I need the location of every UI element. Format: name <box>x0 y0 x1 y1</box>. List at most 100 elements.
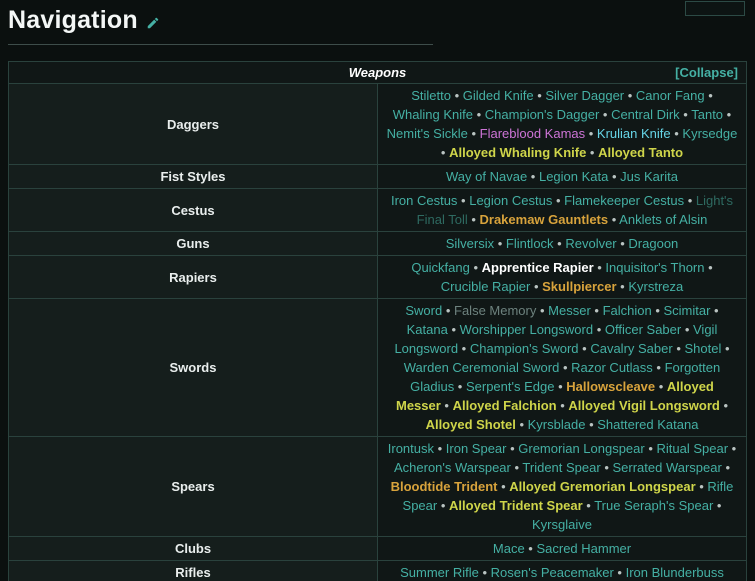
weapon-link[interactable]: Jus Karita <box>620 169 678 184</box>
weapon-link[interactable]: Alloyed Shotel <box>426 417 516 432</box>
weapon-link[interactable]: Revolver <box>565 236 616 251</box>
separator: • <box>457 193 470 208</box>
page-title: Navigation <box>8 6 138 34</box>
weapon-link[interactable]: Drakemaw Gauntlets <box>480 212 609 227</box>
row-label: Cestus <box>8 188 378 232</box>
weapon-link[interactable]: Champion's Dagger <box>485 107 600 122</box>
navbox-row: Spears Irontusk • Iron Spear • Gremorian … <box>8 436 747 537</box>
weapon-link[interactable]: Rosen's Peacemaker <box>491 565 614 580</box>
edit-pencil-icon[interactable] <box>146 16 160 30</box>
weapon-link[interactable]: Gremorian Longspear <box>518 441 644 456</box>
weapon-link[interactable]: Crucible Rapier <box>441 279 531 294</box>
weapon-link[interactable]: Silver Dagger <box>545 88 624 103</box>
separator: • <box>590 303 603 318</box>
weapon-link[interactable]: Iron Spear <box>446 441 507 456</box>
separator: • <box>578 341 591 356</box>
row-label: Clubs <box>8 536 378 561</box>
navbox-row: Clubs Mace • Sacred Hammer <box>8 536 747 561</box>
separator: • <box>613 565 626 580</box>
weapon-link[interactable]: Alloyed Gremorian Longspear <box>509 479 695 494</box>
separator: • <box>553 236 566 251</box>
weapon-link[interactable]: Bloodtide Trident <box>391 479 498 494</box>
separator: • <box>655 379 667 394</box>
row-label: Rifles <box>8 560 378 581</box>
weapon-link[interactable]: Alloyed Trident Spear <box>449 498 583 513</box>
weapon-link[interactable]: Shotel <box>684 341 721 356</box>
weapon-link[interactable]: Central Dirk <box>611 107 680 122</box>
weapon-link[interactable]: Officer Saber <box>605 322 681 337</box>
weapon-link[interactable]: Trident Spear <box>522 460 600 475</box>
weapon-link[interactable]: Worshipper Longsword <box>460 322 593 337</box>
weapon-link[interactable]: Mace <box>493 541 525 556</box>
weapon-link[interactable]: Messer <box>548 303 591 318</box>
weapon-link[interactable]: Canor Fang <box>636 88 705 103</box>
weapon-link[interactable]: Alloyed Vigil Longsword <box>568 398 719 413</box>
weapon-link[interactable]: Alloyed Falchion <box>453 398 557 413</box>
row-items: Silversix • Flintlock • Revolver • Drago… <box>377 231 747 256</box>
weapon-link[interactable]: Tanto <box>691 107 723 122</box>
separator: • <box>434 441 446 456</box>
weapon-link[interactable]: Skullpiercer <box>542 279 616 294</box>
collapse-button[interactable]: [Collapse] <box>675 65 738 80</box>
weapon-link[interactable]: Summer Rifle <box>400 565 479 580</box>
current-page-label: Apprentice Rapier <box>481 260 594 275</box>
weapon-link[interactable]: Katana <box>407 322 448 337</box>
weapon-link[interactable]: False Memory <box>454 303 536 318</box>
weapon-link[interactable]: Dragoon <box>628 236 678 251</box>
separator: • <box>469 260 482 275</box>
navbox-title-cell: Weapons [Collapse] <box>8 61 747 84</box>
weapon-link[interactable]: Anklets of Alsin <box>619 212 707 227</box>
weapon-link[interactable]: Champion's Sword <box>470 341 579 356</box>
weapon-link[interactable]: Kyrsblade <box>528 417 586 432</box>
weapon-link[interactable]: Sacred Hammer <box>536 541 631 556</box>
row-label: Guns <box>8 231 378 256</box>
weapon-link[interactable]: Serpent's Edge <box>466 379 555 394</box>
weapon-link[interactable]: Warden Ceremonial Sword <box>404 360 560 375</box>
separator: • <box>608 212 620 227</box>
weapon-link[interactable]: Legion Kata <box>539 169 608 184</box>
weapon-link[interactable]: Ritual Spear <box>657 441 729 456</box>
weapon-link[interactable]: Krulian Knife <box>597 126 671 141</box>
separator: • <box>473 107 485 122</box>
weapon-link[interactable]: Scimitar <box>663 303 710 318</box>
separator: • <box>440 145 450 160</box>
weapon-link[interactable]: Irontusk <box>388 441 434 456</box>
row-items: Quickfang • Apprentice Rapier • Inquisit… <box>377 255 747 299</box>
weapon-link[interactable]: True Seraph's Spear <box>594 498 713 513</box>
weapon-link[interactable]: Way of Navae <box>446 169 527 184</box>
weapon-link[interactable]: Inquisitor's Thorn <box>605 260 704 275</box>
weapon-link[interactable]: Flamekeeper Cestus <box>564 193 684 208</box>
separator: • <box>593 322 605 337</box>
separator: • <box>644 441 657 456</box>
weapon-link[interactable]: Serrated Warspear <box>612 460 721 475</box>
weapon-link[interactable]: Legion Cestus <box>469 193 552 208</box>
weapon-link[interactable]: Alloyed Tanto <box>598 145 683 160</box>
weapon-link[interactable]: Hallowscleave <box>566 379 655 394</box>
weapon-link[interactable]: Kyrsedge <box>682 126 737 141</box>
weapon-link[interactable]: Quickfang <box>411 260 470 275</box>
weapon-link[interactable]: Shattered Katana <box>597 417 698 432</box>
row-items: Sword • False Memory • Messer • Falchion… <box>377 298 747 437</box>
separator: • <box>530 279 543 294</box>
row-label: Fist Styles <box>8 164 378 189</box>
weapon-link[interactable]: Kyrstreza <box>628 279 683 294</box>
weapon-link[interactable]: Acheron's Warspear <box>394 460 511 475</box>
weapon-link[interactable]: Stiletto <box>411 88 451 103</box>
weapon-link[interactable]: Flareblood Kamas <box>480 126 586 141</box>
weapon-link[interactable]: Iron Blunderbuss <box>626 565 724 580</box>
weapon-link[interactable]: Gilded Knife <box>463 88 534 103</box>
weapon-link[interactable]: Sword <box>405 303 442 318</box>
weapon-link[interactable]: Alloyed Whaling Knife <box>449 145 586 160</box>
weapon-link[interactable]: Cavalry Saber <box>590 341 672 356</box>
separator: • <box>728 441 737 456</box>
weapon-link[interactable]: Nemit's Sickle <box>387 126 468 141</box>
weapon-link[interactable]: Flintlock <box>506 236 554 251</box>
separator: • <box>704 260 713 275</box>
weapon-link[interactable]: Kyrsglaive <box>532 517 592 532</box>
weapon-link[interactable]: Falchion <box>603 303 652 318</box>
weapon-link[interactable]: Iron Cestus <box>391 193 457 208</box>
weapon-link[interactable]: Silversix <box>446 236 494 251</box>
weapon-link[interactable]: Whaling Knife <box>393 107 473 122</box>
corner-button[interactable] <box>685 1 745 16</box>
weapon-link[interactable]: Razor Cutlass <box>571 360 653 375</box>
